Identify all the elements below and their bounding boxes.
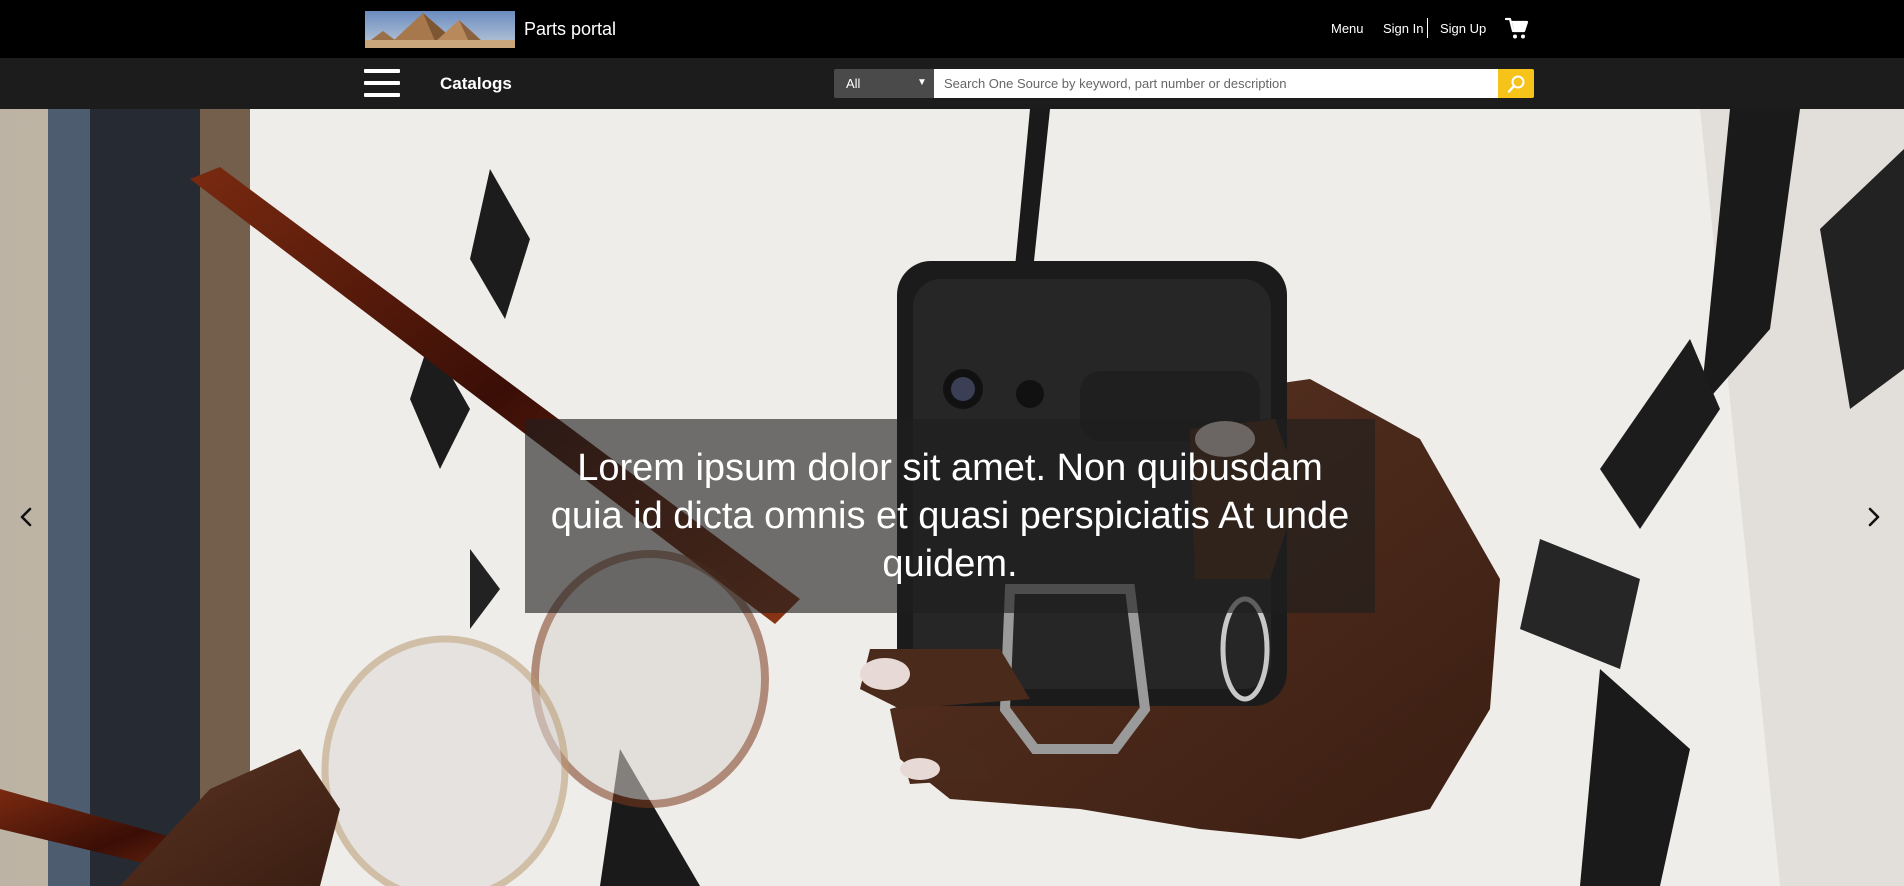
top-header: Parts portal Menu Sign In Sign Up — [0, 0, 1904, 58]
chevron-right-icon — [1868, 507, 1880, 527]
logo-image[interactable] — [365, 11, 515, 48]
hero-caption-box: Lorem ipsum dolor sit amet. Non quibusda… — [525, 419, 1375, 613]
menu-link[interactable]: Menu — [1331, 21, 1364, 37]
sign-up-link[interactable]: Sign Up — [1440, 21, 1486, 37]
brand-name[interactable]: Parts portal — [524, 18, 616, 40]
search-icon — [1507, 75, 1525, 93]
carousel-prev-button[interactable] — [14, 501, 38, 533]
catalogs-link[interactable]: Catalogs — [440, 74, 512, 94]
sign-in-link[interactable]: Sign In — [1383, 21, 1423, 37]
shopping-cart-icon[interactable] — [1504, 17, 1529, 41]
search-input[interactable] — [934, 69, 1498, 98]
chevron-left-icon — [20, 507, 32, 527]
search-scope-value: All — [846, 76, 861, 91]
hero-caption-text: Lorem ipsum dolor sit amet. Non quibusda… — [550, 447, 1350, 585]
search-scope-select[interactable]: All ▼ — [834, 69, 934, 98]
carousel-next-button[interactable] — [1862, 501, 1886, 533]
caret-down-icon: ▼ — [917, 77, 927, 88]
nav-divider — [1427, 18, 1428, 38]
hero-carousel: Lorem ipsum dolor sit amet. Non quibusda… — [0, 109, 1904, 886]
hamburger-menu-icon[interactable] — [364, 69, 400, 97]
search-button[interactable] — [1498, 69, 1534, 98]
navigation-bar: Catalogs All ▼ — [0, 58, 1904, 109]
